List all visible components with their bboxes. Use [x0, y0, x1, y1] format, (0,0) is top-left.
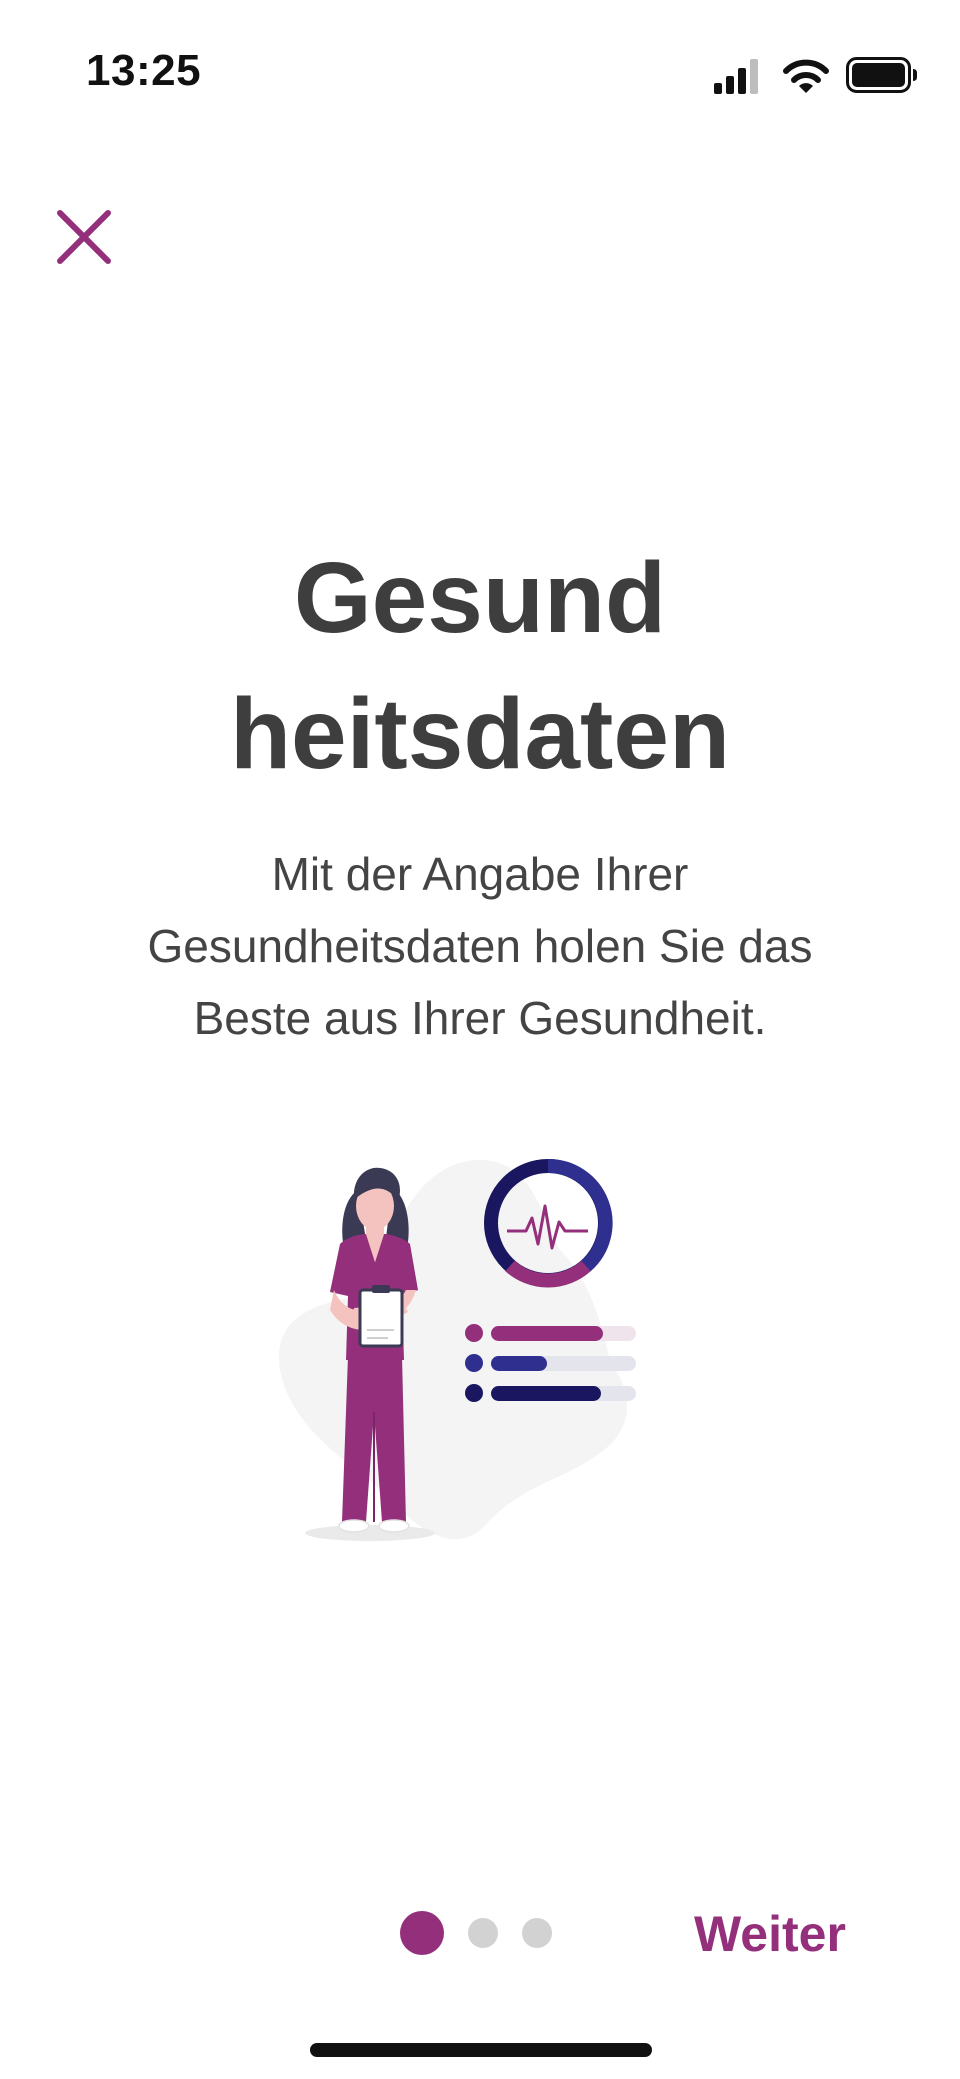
- page-subtitle: Mit der Angabe Ihrer Gesundheitsdaten ho…: [90, 838, 870, 1054]
- signal-icon: [714, 59, 758, 94]
- status-bar: 13:25: [0, 0, 960, 150]
- page-dot[interactable]: [522, 1918, 552, 1948]
- battery-icon: [846, 57, 917, 93]
- next-button[interactable]: Weiter: [694, 1905, 846, 1963]
- page-title: Gesund heitsdaten: [0, 530, 960, 802]
- title-line-2: heitsdaten: [229, 678, 731, 790]
- home-indicator: [310, 2043, 652, 2057]
- page-dot[interactable]: [468, 1918, 498, 1948]
- subtitle-line-1: Mit der Angabe Ihrer: [271, 848, 689, 900]
- subtitle-line-3: Beste aus Ihrer Gesundheit.: [193, 992, 767, 1044]
- page-dot-active[interactable]: [400, 1911, 444, 1955]
- subtitle-line-2: Gesundheitsdaten holen Sie das: [147, 920, 813, 972]
- background-blob: [278, 1160, 627, 1540]
- close-button[interactable]: [52, 205, 116, 269]
- floor-shadow: [305, 1525, 435, 1541]
- status-icons: [714, 57, 917, 94]
- wifi-icon: [783, 59, 829, 93]
- status-time: 13:25: [86, 46, 202, 95]
- title-line-1: Gesund: [293, 542, 667, 654]
- close-icon: [57, 210, 111, 264]
- page-indicator: [400, 1908, 576, 1958]
- nurse-health-data-illustration: [278, 1158, 636, 1541]
